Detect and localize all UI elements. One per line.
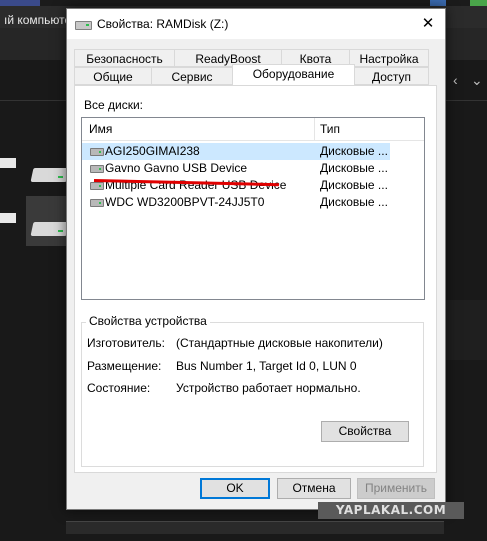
disk-list[interactable]: Имя Тип AGI250GIMAI238 Дисковые ... Gavn… (81, 117, 425, 300)
status-label: Состояние: (87, 381, 151, 395)
cancel-button[interactable]: Отмена (277, 478, 351, 499)
drive-icon (75, 19, 92, 30)
tab-tools[interactable]: Сервис (151, 67, 233, 85)
disk-type: Дисковые ... (320, 195, 388, 209)
disk-icon (90, 148, 104, 156)
list-header: Имя Тип (82, 118, 424, 141)
background-taskbar-strip (0, 0, 487, 6)
watermark: YAPLAKAL.COM (318, 502, 464, 519)
disk-icon (90, 199, 104, 207)
status-value: Устройство работает нормально. (176, 381, 361, 395)
manufacturer-value: (Стандартные дисковые накопители) (176, 336, 383, 350)
background-fragment (0, 213, 16, 223)
manufacturer-label: Изготовитель: (87, 336, 165, 350)
background-scrollbar[interactable] (66, 521, 444, 534)
disk-name: Gavno Gavno USB Device (105, 161, 248, 175)
close-icon: ✕ (421, 15, 435, 32)
disk-type: Дисковые ... (320, 178, 388, 192)
list-item-disk[interactable]: AGI250GIMAI238 Дисковые ... (82, 143, 390, 160)
background-drive-icon[interactable] (30, 162, 70, 186)
tab-general[interactable]: Общие (74, 67, 152, 85)
list-item-disk[interactable]: Gavno Gavno USB Device Дисковые ... (82, 160, 390, 177)
disk-type: Дисковые ... (320, 144, 388, 158)
tab-security[interactable]: Безопасность (74, 49, 175, 67)
device-properties-title: Свойства устройства (86, 314, 210, 328)
column-header-name[interactable]: Имя (89, 122, 112, 136)
disk-type: Дисковые ... (320, 161, 388, 175)
tab-customize[interactable]: Настройка (349, 49, 429, 67)
location-label: Размещение: (87, 359, 162, 373)
properties-dialog: Свойства: RAMDisk (Z:) ✕ Безопасность Re… (66, 8, 446, 510)
dialog-title: Свойства: RAMDisk (Z:) (97, 17, 229, 31)
location-value: Bus Number 1, Target Id 0, LUN 0 (176, 359, 357, 373)
all-disks-label: Все диски: (84, 98, 144, 112)
dialog-titlebar[interactable]: Свойства: RAMDisk (Z:) ✕ (67, 9, 445, 39)
apply-button[interactable]: Применить (357, 478, 435, 499)
background-fragment (440, 300, 487, 360)
ok-button[interactable]: OK (200, 478, 270, 499)
disk-name: AGI250GIMAI238 (105, 144, 200, 158)
disk-icon (90, 182, 104, 190)
device-properties-button[interactable]: Свойства (321, 421, 409, 442)
tab-sharing[interactable]: Доступ (354, 67, 429, 85)
background-drive-icon[interactable] (30, 216, 70, 240)
list-item-disk[interactable]: WDC WD3200BPVT-24JJ5T0 Дисковые ... (82, 194, 390, 211)
column-header-type[interactable]: Тип (320, 122, 340, 136)
tab-hardware[interactable]: Оборудование (232, 64, 355, 85)
background-back-icon[interactable]: ‹ (453, 72, 458, 88)
background-window-title: ıй компьюте (4, 13, 72, 27)
close-button[interactable]: ✕ (411, 9, 445, 39)
background-dropdown-icon[interactable]: ⌄ (471, 72, 483, 89)
disk-icon (90, 165, 104, 173)
disk-name: WDC WD3200BPVT-24JJ5T0 (105, 195, 265, 209)
background-fragment (0, 158, 16, 168)
column-divider[interactable] (314, 118, 315, 140)
